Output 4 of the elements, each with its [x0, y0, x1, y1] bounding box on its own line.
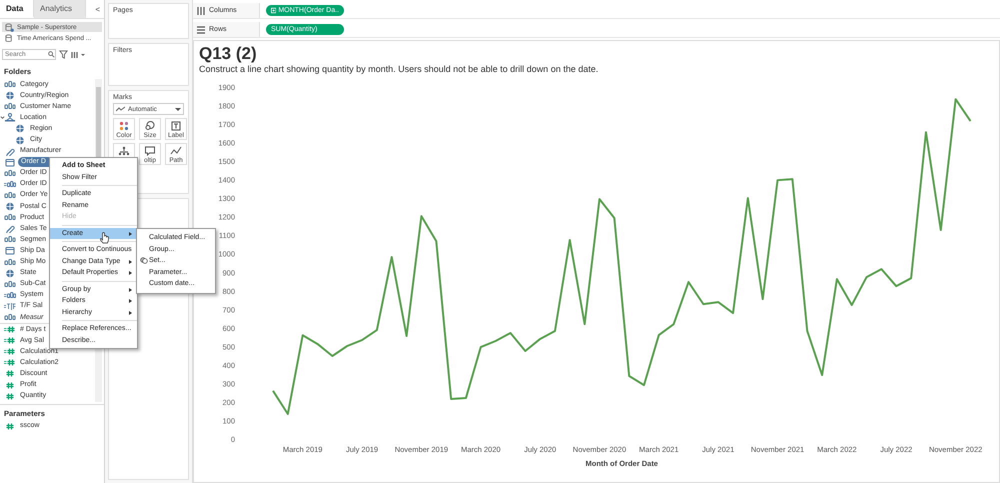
sheet-caption: Construct a line chart showing quantity by month. Users should not be able to drill down on the date. — [199, 64, 600, 76]
collapse-button[interactable]: < — [91, 0, 104, 18]
pane-tab[interactable]: Analytics — [34, 0, 86, 18]
sheet-title: Q13 (2) — [199, 44, 258, 64]
